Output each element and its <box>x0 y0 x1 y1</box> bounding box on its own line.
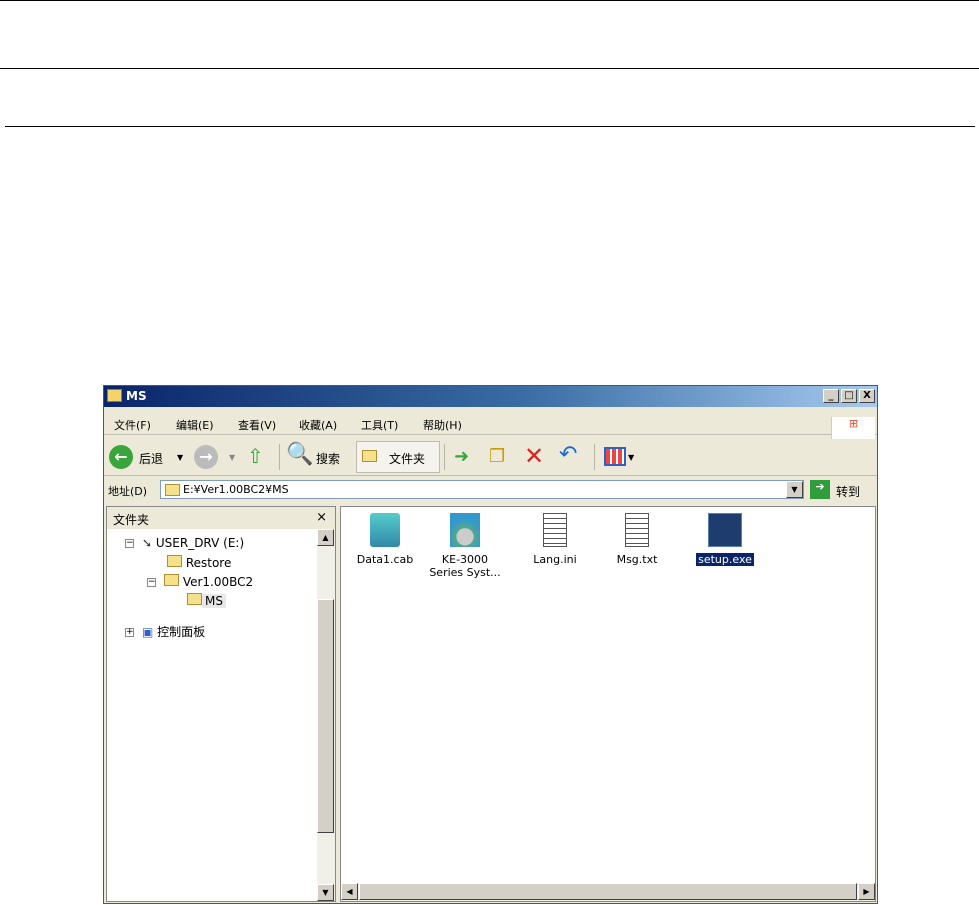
setup-package-icon <box>450 513 480 547</box>
address-dropdown-button[interactable]: ▼ <box>786 481 803 498</box>
tree-item-ver[interactable]: − Ver1.00BC2 <box>147 574 253 589</box>
folders-pane-header: 文件夹 × <box>107 507 335 529</box>
file-item[interactable]: Data1.cab <box>345 513 425 566</box>
ini-file-icon <box>543 513 567 547</box>
usb-drive-icon: ➘ <box>142 536 156 550</box>
minimize-button[interactable]: _ <box>823 389 839 403</box>
menu-tools[interactable]: 工具(T) <box>361 417 398 433</box>
copy-to-icon[interactable]: ❐ <box>489 446 505 467</box>
move-to-icon[interactable]: ➜ <box>454 446 469 467</box>
scroll-down-button[interactable]: ▼ <box>317 884 334 901</box>
vertical-scrollbar[interactable]: ▲ ▼ <box>317 529 335 901</box>
rule-middle <box>0 68 979 69</box>
scroll-thumb[interactable] <box>359 883 857 900</box>
menu-edit[interactable]: 编辑(E) <box>176 417 214 433</box>
folders-icon <box>362 450 377 462</box>
file-name: setup.exe <box>696 553 754 566</box>
collapse-icon[interactable]: − <box>125 539 134 548</box>
search-button[interactable]: 搜索 <box>316 450 340 467</box>
folders-pane: 文件夹 × − ➘ USER_DRV (E:) Restore − Ver1.00… <box>106 506 336 902</box>
close-pane-button[interactable]: × <box>316 510 327 525</box>
scroll-up-button[interactable]: ▲ <box>317 529 334 546</box>
tree-item-ms[interactable]: MS <box>187 593 226 608</box>
address-value: E:¥Ver1.00BC2¥MS <box>183 483 289 496</box>
menu-view[interactable]: 查看(V) <box>238 417 276 433</box>
collapse-icon[interactable]: − <box>147 578 156 587</box>
folder-icon <box>164 574 179 586</box>
folders-pane-title: 文件夹 <box>113 513 150 527</box>
back-icon[interactable]: ← <box>109 445 133 469</box>
scroll-right-button[interactable]: ▶ <box>858 883 875 900</box>
scroll-thumb[interactable] <box>317 599 334 833</box>
folder-icon <box>165 484 180 496</box>
menu-file[interactable]: 文件(F) <box>114 417 151 433</box>
rule-top <box>0 0 979 1</box>
file-item[interactable]: Msg.txt <box>597 513 677 566</box>
address-input[interactable]: E:¥Ver1.00BC2¥MS ▼ <box>160 480 804 499</box>
file-list: Data1.cab KE-3000 Series Syst... Lang.in… <box>340 506 876 902</box>
windows-logo-icon: ⊞ <box>831 417 875 439</box>
window-title: MS <box>126 389 147 403</box>
go-button[interactable]: 转到 <box>836 483 860 500</box>
separator <box>594 444 595 470</box>
text-file-icon <box>625 513 649 547</box>
tree-label: Ver1.00BC2 <box>182 575 254 589</box>
toolbar: ← 后退 ▼ → ▼ ⇧ 🔍 搜索 文件夹 ➜ ❐ ✕ ↶ ▼ <box>104 438 877 476</box>
tree-label: Restore <box>185 556 232 570</box>
tree-item-restore[interactable]: Restore <box>167 555 231 570</box>
file-item[interactable]: KE-3000 Series Syst... <box>425 513 505 579</box>
delete-icon[interactable]: ✕ <box>524 442 544 470</box>
back-button[interactable]: 后退 <box>139 450 163 467</box>
back-dropdown-icon[interactable]: ▼ <box>177 453 183 462</box>
folders-button-label: 文件夹 <box>389 452 426 466</box>
tree-label: 控制面板 <box>157 625 206 639</box>
scroll-left-button[interactable]: ◀ <box>341 883 358 900</box>
address-bar: 地址(D) E:¥Ver1.00BC2¥MS ▼ ➔ 转到 <box>104 478 877 502</box>
explorer-window: MS _ □ X 文件(F) 编辑(E) 查看(V) 收藏(A) 工具(T) 帮… <box>103 385 878 904</box>
go-arrow-icon[interactable]: ➔ <box>810 480 830 499</box>
separator <box>279 444 280 470</box>
open-folder-icon <box>187 593 202 605</box>
tree-label: USER_DRV (E:) <box>155 536 245 550</box>
expand-icon[interactable]: + <box>125 628 134 637</box>
horizontal-scrollbar[interactable]: ◀ ▶ <box>341 883 875 901</box>
folder-icon <box>107 389 122 402</box>
menu-favorites[interactable]: 收藏(A) <box>299 417 337 433</box>
exe-file-icon <box>708 513 742 547</box>
separator <box>444 444 445 470</box>
cab-file-icon <box>370 513 400 547</box>
control-panel-icon: ▣ <box>142 625 158 639</box>
tree-label: MS <box>202 594 226 608</box>
maximize-button[interactable]: □ <box>841 389 857 403</box>
views-dropdown-icon[interactable]: ▼ <box>628 453 634 462</box>
menu-bar: 文件(F) 编辑(E) 查看(V) 收藏(A) 工具(T) 帮助(H) ⊞ <box>104 410 877 439</box>
file-name: Msg.txt <box>616 553 658 566</box>
file-item[interactable]: Lang.ini <box>515 513 595 566</box>
undo-icon[interactable]: ↶ <box>559 442 577 467</box>
menu-help[interactable]: 帮助(H) <box>423 417 462 433</box>
close-button[interactable]: X <box>859 389 875 403</box>
file-name: KE-3000 Series Syst... <box>429 553 501 579</box>
tree-item-user-drv[interactable]: − ➘ USER_DRV (E:) <box>125 536 244 550</box>
tree-item-control-panel[interactable]: + ▣ 控制面板 <box>125 623 205 640</box>
folder-icon <box>167 555 182 567</box>
file-item[interactable]: setup.exe <box>685 513 765 566</box>
rule-lower <box>5 126 975 127</box>
search-icon[interactable]: 🔍 <box>286 442 313 467</box>
up-folder-icon[interactable]: ⇧ <box>247 444 264 468</box>
file-name: Lang.ini <box>533 553 577 566</box>
forward-dropdown-icon[interactable]: ▼ <box>229 453 235 462</box>
address-label: 地址(D) <box>108 485 148 498</box>
title-bar[interactable]: MS _ □ X <box>104 386 877 407</box>
views-icon[interactable] <box>604 447 626 466</box>
file-name: Data1.cab <box>356 553 414 566</box>
forward-icon[interactable]: → <box>194 445 218 469</box>
